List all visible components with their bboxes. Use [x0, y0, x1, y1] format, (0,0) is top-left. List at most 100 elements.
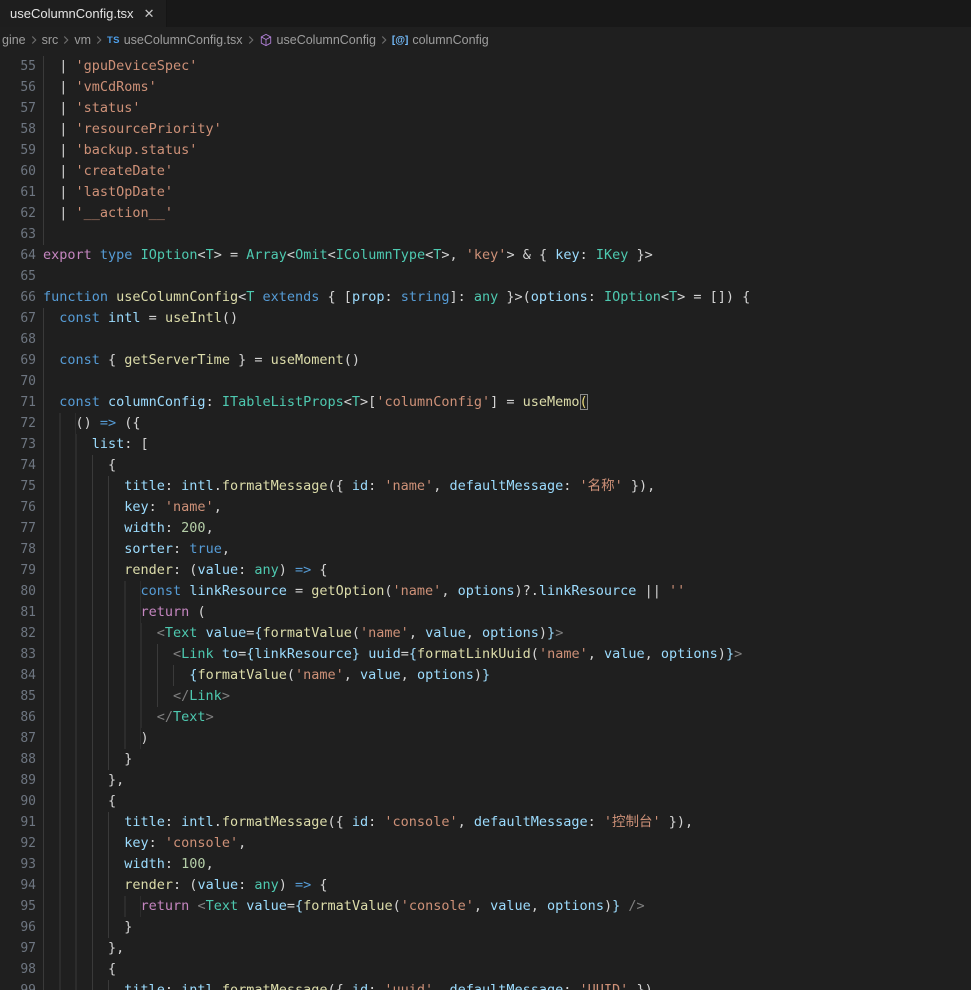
line-number[interactable]: 89	[0, 770, 36, 791]
line-number[interactable]: 58	[0, 119, 36, 140]
code-line[interactable]: 74{	[0, 455, 971, 476]
code-line[interactable]: 87)	[0, 728, 971, 749]
code-line[interactable]: 75title: intl.formatMessage({ id: 'name'…	[0, 476, 971, 497]
code-line[interactable]: 95return <Text value={formatValue('conso…	[0, 896, 971, 917]
line-number[interactable]: 67	[0, 308, 36, 329]
close-icon[interactable]: ✕	[142, 6, 157, 21]
code-line[interactable]: 89},	[0, 770, 971, 791]
breadcrumb-item-vm[interactable]: vm	[74, 33, 91, 47]
code-line[interactable]: 64export type IOption<T> = Array<Omit<IC…	[0, 245, 971, 266]
line-number[interactable]: 88	[0, 749, 36, 770]
code-line[interactable]: 91title: intl.formatMessage({ id: 'conso…	[0, 812, 971, 833]
line-number[interactable]: 82	[0, 623, 36, 644]
code-line[interactable]: 72() => ({	[0, 413, 971, 434]
line-number[interactable]: 70	[0, 371, 36, 392]
line-number[interactable]: 57	[0, 98, 36, 119]
code-line[interactable]: 77width: 200,	[0, 518, 971, 539]
code-line[interactable]: 82<Text value={formatValue('name', value…	[0, 623, 971, 644]
indent-guides	[43, 308, 59, 329]
line-number[interactable]: 81	[0, 602, 36, 623]
code-line[interactable]: 60| 'createDate'	[0, 161, 971, 182]
line-number[interactable]: 91	[0, 812, 36, 833]
line-number[interactable]: 62	[0, 203, 36, 224]
code-line[interactable]: 71const columnConfig: ITableListProps<T>…	[0, 392, 971, 413]
code-line[interactable]: 81return (	[0, 602, 971, 623]
code-line[interactable]: 62| '__action__'	[0, 203, 971, 224]
code-line[interactable]: 85</Link>	[0, 686, 971, 707]
code-line[interactable]: 70	[0, 371, 971, 392]
code-line[interactable]: 66function useColumnConfig<T extends { […	[0, 287, 971, 308]
line-number[interactable]: 78	[0, 539, 36, 560]
code-line[interactable]: 57| 'status'	[0, 98, 971, 119]
code-line[interactable]: 99title: intl.formatMessage({ id: 'uuid'…	[0, 980, 971, 990]
line-number[interactable]: 86	[0, 707, 36, 728]
code-line[interactable]: 78sorter: true,	[0, 539, 971, 560]
line-number[interactable]: 80	[0, 581, 36, 602]
line-number[interactable]: 71	[0, 392, 36, 413]
code-line[interactable]: 97},	[0, 938, 971, 959]
code-line[interactable]: 61| 'lastOpDate'	[0, 182, 971, 203]
line-number[interactable]: 83	[0, 644, 36, 665]
line-number[interactable]: 61	[0, 182, 36, 203]
editor[interactable]: 55| 'gpuDeviceSpec'56| 'vmCdRoms'57| 'st…	[0, 53, 971, 990]
line-number[interactable]: 74	[0, 455, 36, 476]
code-line[interactable]: 58| 'resourcePriority'	[0, 119, 971, 140]
line-number[interactable]: 72	[0, 413, 36, 434]
line-number[interactable]: 55	[0, 56, 36, 77]
code-line[interactable]: 98{	[0, 959, 971, 980]
code-line[interactable]: 67const intl = useIntl()	[0, 308, 971, 329]
line-number[interactable]: 94	[0, 875, 36, 896]
code-line[interactable]: 94render: (value: any) => {	[0, 875, 971, 896]
code-line[interactable]: 68	[0, 329, 971, 350]
breadcrumb-item-file[interactable]: TS useColumnConfig.tsx	[107, 33, 243, 47]
line-number[interactable]: 66	[0, 287, 36, 308]
code-line[interactable]: 93width: 100,	[0, 854, 971, 875]
code-line[interactable]: 96}	[0, 917, 971, 938]
code-line[interactable]: 88}	[0, 749, 971, 770]
code-line[interactable]: 92key: 'console',	[0, 833, 971, 854]
line-number[interactable]: 76	[0, 497, 36, 518]
line-number[interactable]: 97	[0, 938, 36, 959]
line-number[interactable]: 63	[0, 224, 36, 245]
breadcrumb-item-src[interactable]: src	[42, 33, 59, 47]
line-number[interactable]: 68	[0, 329, 36, 350]
line-number[interactable]: 95	[0, 896, 36, 917]
line-number[interactable]: 65	[0, 266, 36, 287]
line-number[interactable]: 69	[0, 350, 36, 371]
code-line[interactable]: 69const { getServerTime } = useMoment()	[0, 350, 971, 371]
code-line[interactable]: 55| 'gpuDeviceSpec'	[0, 56, 971, 77]
line-number[interactable]: 84	[0, 665, 36, 686]
code-line[interactable]: 76key: 'name',	[0, 497, 971, 518]
line-number[interactable]: 92	[0, 833, 36, 854]
code-line[interactable]: 79render: (value: any) => {	[0, 560, 971, 581]
code-line[interactable]: 83<Link to={linkResource} uuid={formatLi…	[0, 644, 971, 665]
code-line[interactable]: 80const linkResource = getOption('name',…	[0, 581, 971, 602]
code-line[interactable]: 59| 'backup.status'	[0, 140, 971, 161]
line-number[interactable]: 64	[0, 245, 36, 266]
code-line[interactable]: 63	[0, 224, 971, 245]
line-number[interactable]: 90	[0, 791, 36, 812]
breadcrumb-item-symbol-usecolumnconfig[interactable]: useColumnConfig	[259, 33, 376, 47]
line-number[interactable]: 77	[0, 518, 36, 539]
line-number[interactable]: 79	[0, 560, 36, 581]
code-line[interactable]: 86</Text>	[0, 707, 971, 728]
breadcrumb-item-gine[interactable]: gine	[2, 33, 26, 47]
line-number[interactable]: 75	[0, 476, 36, 497]
line-number[interactable]: 87	[0, 728, 36, 749]
code-line[interactable]: 56| 'vmCdRoms'	[0, 77, 971, 98]
line-number[interactable]: 60	[0, 161, 36, 182]
line-number[interactable]: 98	[0, 959, 36, 980]
breadcrumb-item-symbol-columnconfig[interactable]: [@] columnConfig	[392, 33, 489, 47]
line-number[interactable]: 85	[0, 686, 36, 707]
code-line[interactable]: 90{	[0, 791, 971, 812]
code-line[interactable]: 84{formatValue('name', value, options)}	[0, 665, 971, 686]
line-number[interactable]: 99	[0, 980, 36, 990]
line-number[interactable]: 73	[0, 434, 36, 455]
tab-usecolumnconfig[interactable]: useColumnConfig.tsx ✕	[0, 0, 167, 27]
line-number[interactable]: 96	[0, 917, 36, 938]
line-number[interactable]: 56	[0, 77, 36, 98]
line-number[interactable]: 93	[0, 854, 36, 875]
code-line[interactable]: 73list: [	[0, 434, 971, 455]
line-number[interactable]: 59	[0, 140, 36, 161]
code-line[interactable]: 65	[0, 266, 971, 287]
